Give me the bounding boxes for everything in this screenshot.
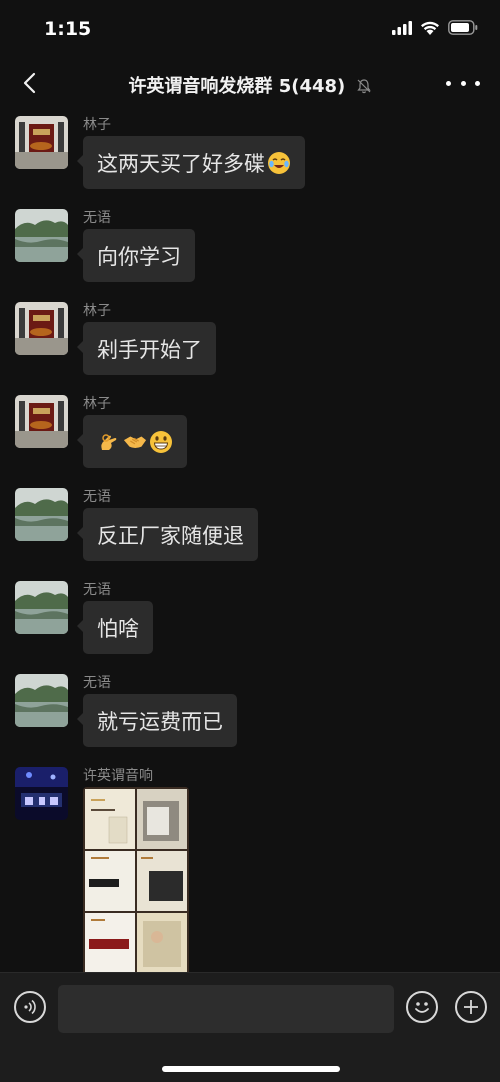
voice-input-button[interactable]: [14, 991, 46, 1023]
voice-icon: [24, 999, 36, 1015]
handshake-emoji: [123, 430, 147, 454]
more-dot: [446, 80, 451, 86]
message-text: 这两天买了好多碟: [97, 151, 265, 176]
sender-name: 无语: [83, 210, 111, 226]
sender-name: 无语: [83, 582, 111, 598]
lake-avatar[interactable]: [15, 209, 68, 262]
more-dot: [460, 80, 466, 86]
status-icons: [392, 20, 478, 35]
message-bubble[interactable]: 就亏运费而已: [77, 694, 237, 747]
sender-name: 林子: [83, 117, 111, 133]
sender-name: 许英谓音响: [83, 768, 153, 784]
more-dot: [475, 80, 480, 86]
sender-name: 无语: [83, 675, 111, 691]
chat-title: 许英谓音响发烧群 5(448): [0, 72, 500, 99]
message-bubble[interactable]: 这两天买了好多碟: [77, 136, 305, 189]
home-indicator[interactable]: [162, 1066, 340, 1072]
message-text: 反正厂家随便退: [97, 523, 244, 548]
wifi-icon: [421, 21, 439, 35]
room-avatar[interactable]: [15, 116, 68, 169]
more-functions-button[interactable]: [455, 991, 487, 1023]
message-text: 就亏运费而已: [97, 709, 223, 734]
message-text: 怕啥: [97, 616, 139, 641]
cd-albums-photo[interactable]: [83, 787, 189, 972]
message-text: 剁手开始了: [97, 337, 202, 362]
message-text: 向你学习: [97, 244, 181, 269]
lake-avatar[interactable]: [15, 488, 68, 541]
ok-hand-emoji: [97, 430, 121, 454]
room-avatar[interactable]: [15, 302, 68, 355]
muted-bell-icon: [356, 78, 372, 99]
message-bubble[interactable]: [77, 415, 187, 468]
group-name: 许英谓音响发烧群 5(448): [128, 76, 346, 97]
smiley-icon: [415, 1002, 429, 1013]
message-bubble[interactable]: 反正厂家随便退: [77, 508, 258, 561]
message-input[interactable]: [58, 985, 394, 1033]
nav-bar: 许英谓音响发烧群 5(448): [0, 58, 500, 110]
lake-avatar[interactable]: [15, 674, 68, 727]
grinning-emoji: [149, 430, 173, 454]
status-bar: 1:15: [0, 0, 500, 58]
status-time: 1:15: [44, 18, 92, 40]
sender-name: 无语: [83, 489, 111, 505]
emoji-button[interactable]: [406, 991, 438, 1023]
message-bubble[interactable]: 剁手开始了: [77, 322, 216, 375]
more-options-button[interactable]: [446, 70, 480, 96]
cellular-signal-icon: [392, 20, 412, 35]
message-bubble[interactable]: 怕啥: [77, 601, 153, 654]
sender-name: 林子: [83, 303, 111, 319]
room-avatar[interactable]: [15, 395, 68, 448]
plus-icon: [464, 1000, 478, 1014]
chat-message-list[interactable]: 林子 这两天买了好多碟 无语 向你学习 林子 剁手开始了 林子 无语 反正厂家随…: [0, 110, 500, 972]
lake-avatar[interactable]: [15, 581, 68, 634]
battery-icon: [448, 20, 478, 35]
stage-avatar[interactable]: [15, 767, 68, 820]
crying-laughing-emoji: [267, 151, 291, 175]
sender-name: 林子: [83, 396, 111, 412]
message-bubble[interactable]: 向你学习: [77, 229, 195, 282]
